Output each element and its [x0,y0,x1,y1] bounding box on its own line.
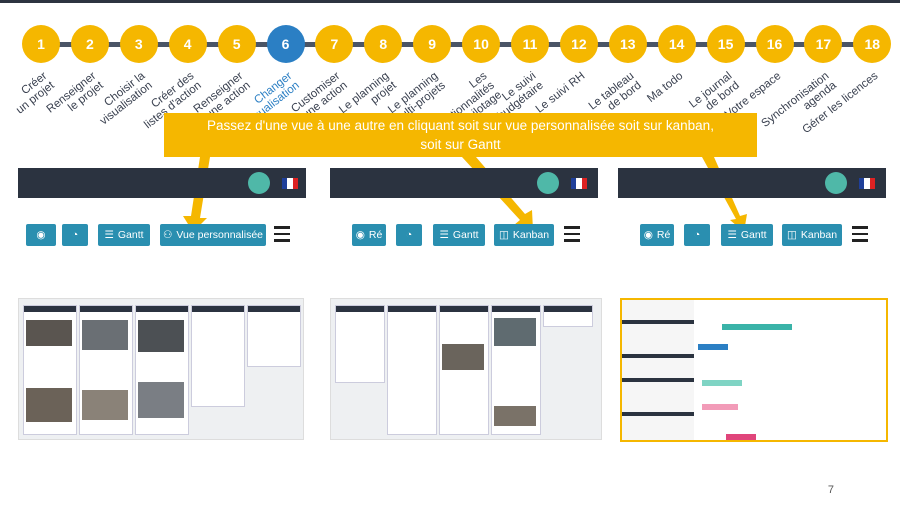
menu-icon[interactable] [274,226,290,242]
menu-icon[interactable] [564,226,580,242]
list-icon: ☰ [727,229,737,241]
kanban-label: Kanban [512,229,550,241]
visibility-button[interactable]: ◉ Ré [640,224,674,246]
custom-view-screenshot [18,298,304,440]
binoculars-icon: ⚇ [162,229,173,241]
app-panel-custom-view: ◉ ◔ ☰ Gantt ⚇ Vue personnalisée [18,168,306,248]
gantt-button[interactable]: ☰ Gantt [433,224,485,246]
gauge-icon: ◔ [405,229,413,241]
custom-view-label: Vue personnalisée [176,229,263,241]
dashboard-button[interactable]: ◔ [62,224,88,246]
visibility-button[interactable]: ◉ [26,224,56,246]
app-panel-kanban: ◉ Ré ◔ ☰ Gantt ◫ Kanban [330,168,598,248]
kanban-screenshot [330,298,602,440]
app-header [18,168,306,198]
eye-icon: ◉ [36,229,46,241]
page-number: 7 [827,484,834,496]
gantt-button[interactable]: ☰ Gantt [721,224,773,246]
avatar[interactable] [825,172,847,194]
kanban-button[interactable]: ◫ Kanban [494,224,554,246]
french-flag-icon[interactable] [571,178,587,189]
menu-icon[interactable] [852,226,868,242]
columns-icon: ◫ [786,229,797,241]
re-label: Ré [368,229,383,241]
visibility-button[interactable]: ◉ Ré [352,224,386,246]
dashboard-button[interactable]: ◔ [684,224,710,246]
gantt-label: Gantt [740,229,767,241]
custom-view-button[interactable]: ⚇ Vue personnalisée [160,224,266,246]
app-panel-gantt: ◉ Ré ◔ ☰ Gantt ◫ Kanban [618,168,886,248]
eye-icon: ◉ [643,229,653,241]
gauge-icon: ◔ [71,229,79,241]
eye-icon: ◉ [355,229,365,241]
gantt-label: Gantt [452,229,479,241]
kanban-button[interactable]: ◫ Kanban [782,224,842,246]
app-header [330,168,598,198]
french-flag-icon[interactable] [859,178,875,189]
re-label: Ré [656,229,671,241]
gantt-label: Gantt [117,229,144,241]
avatar[interactable] [537,172,559,194]
app-header [618,168,886,198]
gantt-screenshot [620,298,888,442]
list-icon: ☰ [104,229,114,241]
gauge-icon: ◔ [693,229,701,241]
kanban-label: Kanban [800,229,838,241]
list-icon: ☰ [439,229,449,241]
columns-icon: ◫ [498,229,509,241]
avatar[interactable] [248,172,270,194]
french-flag-icon[interactable] [282,178,298,189]
dashboard-button[interactable]: ◔ [396,224,422,246]
gantt-button[interactable]: ☰ Gantt [98,224,150,246]
